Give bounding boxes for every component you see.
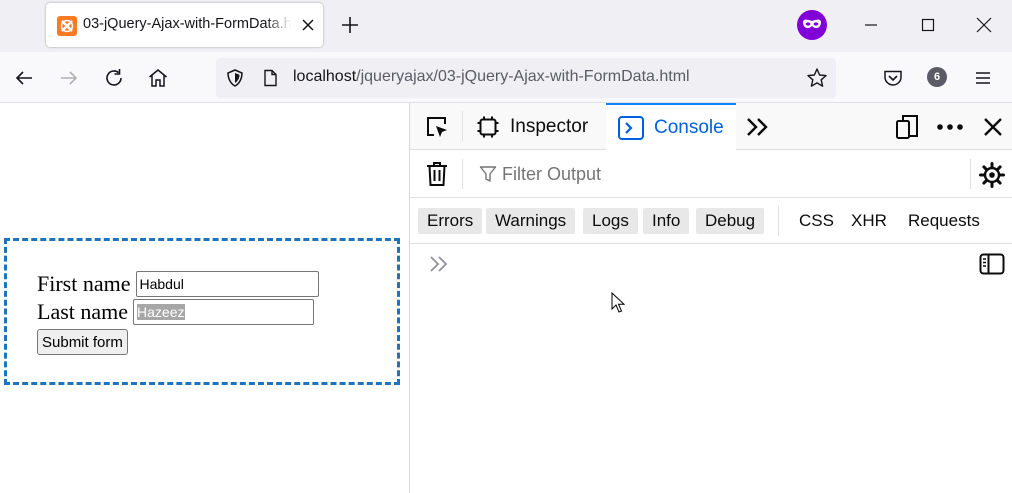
private-browsing-mask-icon	[797, 10, 827, 40]
responsive-design-mode-icon[interactable]	[894, 114, 920, 140]
pocket-icon[interactable]	[881, 66, 905, 90]
last-name-input[interactable]: Hazeez	[133, 299, 315, 325]
close-window-icon[interactable]	[972, 13, 996, 37]
close-devtools-icon[interactable]	[980, 114, 1006, 140]
first-name-label: First name	[37, 271, 131, 296]
url-text: localhost/jqueryajax/03-jQuery-Ajax-with…	[293, 68, 690, 86]
devtools-panel: Inspector Console Er	[409, 103, 1012, 493]
url-host: localhost	[293, 68, 357, 85]
submit-form-button[interactable]: Submit form	[37, 329, 128, 355]
toggle-sidebar-icon[interactable]	[979, 253, 1005, 275]
minimize-window-icon[interactable]	[859, 13, 883, 37]
filter-requests-button[interactable]: Requests	[899, 208, 989, 234]
filter-separator	[462, 159, 463, 189]
mouse-cursor-icon	[611, 291, 626, 313]
form-container: First name Last name Hazeez Submit form	[4, 238, 400, 385]
log-level-filter-bar: Errors Warnings Logs Info Debug CSS XHR …	[410, 198, 1012, 244]
more-options-dots-icon[interactable]	[935, 114, 965, 140]
level-errors-button[interactable]: Errors	[418, 208, 483, 234]
page-info-icon[interactable]	[260, 68, 280, 88]
maximize-window-icon[interactable]	[916, 13, 940, 37]
element-picker-icon[interactable]	[424, 114, 450, 140]
first-name-row: First name	[37, 271, 319, 297]
tab-close-icon[interactable]	[298, 15, 318, 35]
tab-inspector-label: Inspector	[510, 115, 589, 137]
toolbar-separator	[462, 111, 463, 141]
navigation-toolbar: localhost/jqueryajax/03-jQuery-Ajax-with…	[0, 52, 1012, 103]
filter-xhr-button[interactable]: XHR	[842, 208, 896, 234]
browser-tab[interactable]: 03-jQuery-Ajax-with-FormData.html	[46, 3, 323, 47]
extensions-count-badge[interactable]: 6	[927, 67, 947, 87]
url-path: /jqueryajax/03-jQuery-Ajax-with-FormData…	[356, 68, 690, 85]
console-filter-bar	[410, 150, 1012, 198]
new-tab-plus-icon[interactable]	[338, 13, 362, 37]
reload-icon[interactable]	[102, 66, 126, 90]
last-name-label: Last name	[37, 299, 129, 324]
tracking-protection-shield-icon[interactable]	[225, 68, 245, 88]
url-bar[interactable]: localhost/jqueryajax/03-jQuery-Ajax-with…	[216, 58, 836, 98]
bookmark-star-icon[interactable]	[806, 67, 828, 89]
inspector-icon	[477, 116, 499, 137]
filter-output-input[interactable]	[502, 158, 962, 190]
back-arrow-icon[interactable]	[12, 66, 36, 90]
tab-console-label: Console	[654, 116, 724, 138]
console-settings-gear-icon[interactable]	[978, 161, 1006, 189]
console-prompt-chevrons-icon[interactable]	[428, 253, 450, 275]
levels-separator	[778, 206, 779, 236]
console-icon	[618, 115, 644, 140]
last-name-row: Last name Hazeez	[37, 299, 315, 325]
tab-inspector[interactable]: Inspector	[476, 103, 588, 150]
filter-css-button[interactable]: CSS	[790, 208, 843, 234]
forward-arrow-icon[interactable]	[57, 66, 81, 90]
level-warnings-button[interactable]: Warnings	[486, 208, 576, 234]
last-name-selected-text: Hazeez	[137, 304, 185, 320]
devtools-toolbar: Inspector Console	[410, 103, 1012, 150]
tab-console[interactable]: Console	[606, 103, 736, 150]
tab-strip: 03-jQuery-Ajax-with-FormData.html	[0, 0, 1012, 52]
hamburger-menu-icon[interactable]	[971, 66, 995, 90]
clear-console-trash-icon[interactable]	[425, 161, 449, 187]
filter-separator-right	[970, 159, 971, 189]
page-viewport: First name Last name Hazeez Submit form	[0, 103, 409, 493]
more-tools-chevrons-icon[interactable]	[745, 115, 771, 139]
tab-title: 03-jQuery-Ajax-with-FormData.html	[83, 16, 291, 32]
level-debug-button[interactable]: Debug	[696, 208, 765, 234]
level-info-button[interactable]: Info	[643, 208, 690, 234]
home-icon[interactable]	[146, 66, 170, 90]
level-logs-button[interactable]: Logs	[583, 208, 638, 234]
first-name-input[interactable]	[135, 271, 319, 297]
filter-funnel-icon	[479, 165, 497, 183]
xampp-favicon-icon	[57, 16, 77, 36]
